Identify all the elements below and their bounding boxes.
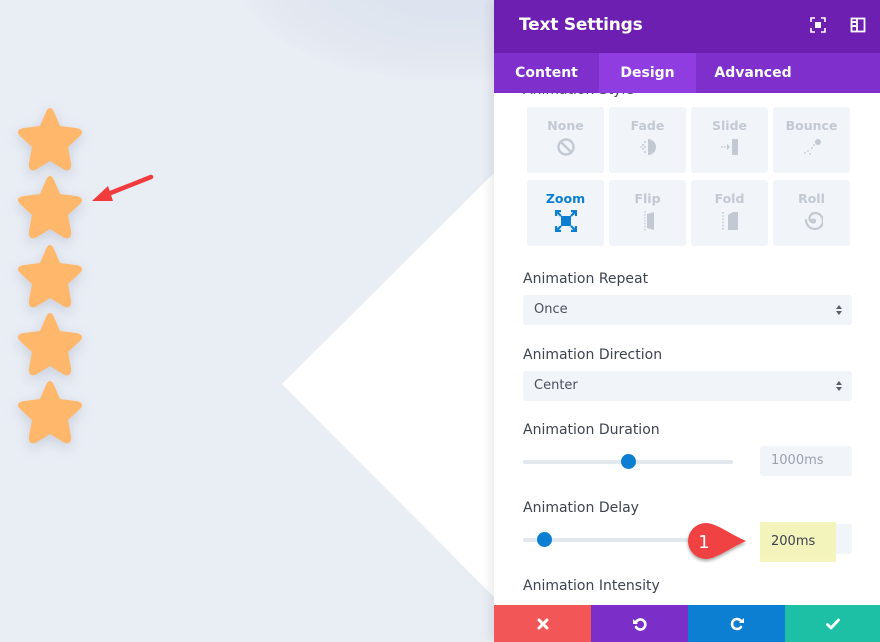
animation-style-fade[interactable]: Fade <box>609 107 686 173</box>
discard-button[interactable] <box>494 605 591 642</box>
animation-style-slide[interactable]: Slide <box>691 107 768 173</box>
star-1-icon <box>17 108 83 171</box>
undo-icon <box>632 617 647 631</box>
zoom-icon <box>554 210 577 232</box>
animation-style-fold[interactable]: Fold <box>691 180 768 246</box>
animation-duration-input[interactable]: 1000ms <box>760 446 852 476</box>
panel-footer <box>494 605 880 642</box>
save-button[interactable] <box>785 605 880 642</box>
animation-style-fade-label: Fade <box>630 118 665 133</box>
animation-style-zoom-label: Zoom <box>545 191 586 206</box>
animation-style-flip-label: Flip <box>634 191 661 206</box>
animation-intensity-label: Animation Intensity <box>523 578 660 594</box>
none-icon <box>556 138 575 156</box>
tab-design[interactable]: Design <box>599 53 696 93</box>
expand-icon[interactable] <box>810 17 826 33</box>
animation-duration-slider-thumb[interactable] <box>621 454 636 469</box>
undo-button[interactable] <box>591 605 688 642</box>
animation-repeat-value: Once <box>534 302 568 317</box>
roll-icon <box>804 211 823 231</box>
animation-style-flip[interactable]: Flip <box>609 180 686 246</box>
star-4-icon <box>17 313 83 376</box>
animation-style-label: Animation Style <box>523 93 634 98</box>
text-settings-panel: Text Settings Content Design Advanced An… <box>494 0 880 642</box>
select-caret-icon <box>836 381 842 391</box>
animation-repeat-label: Animation Repeat <box>523 271 649 287</box>
animation-delay-slider-thumb[interactable] <box>537 532 552 547</box>
star-2-icon <box>17 176 83 239</box>
slide-icon <box>720 139 738 155</box>
panel-tabs: Content Design Advanced <box>494 53 880 93</box>
animation-style-roll-label: Roll <box>798 191 825 206</box>
select-caret-icon <box>836 305 842 315</box>
animation-duration-slider[interactable] <box>523 454 733 469</box>
redo-button[interactable] <box>688 605 785 642</box>
check-icon <box>825 618 840 629</box>
animation-direction-value: Center <box>534 378 578 393</box>
animation-style-none-label: None <box>547 118 584 133</box>
close-icon <box>537 618 548 629</box>
star-3-icon <box>17 245 83 308</box>
animation-duration-label: Animation Duration <box>523 422 660 438</box>
animation-delay-input[interactable]: 200ms <box>760 527 830 557</box>
annotation-badge: 1 <box>688 523 746 559</box>
animation-style-bounce-label: Bounce <box>785 118 838 133</box>
animation-style-roll[interactable]: Roll <box>773 180 850 246</box>
animation-style-zoom[interactable]: Zoom <box>527 180 604 246</box>
tab-advanced[interactable]: Advanced <box>696 53 810 93</box>
fade-icon <box>639 139 656 155</box>
animation-delay-label: Animation Delay <box>523 500 639 516</box>
animation-style-none[interactable]: None <box>527 107 604 173</box>
panel-header: Text Settings <box>494 0 880 53</box>
star-5-icon <box>17 381 83 444</box>
panel-title: Text Settings <box>519 15 643 35</box>
annotation-badge-number: 1 <box>698 532 709 553</box>
flip-icon <box>643 211 654 231</box>
animation-style-fold-label: Fold <box>714 191 745 206</box>
bounce-icon <box>803 139 821 155</box>
page-canvas <box>0 0 494 642</box>
animation-style-slide-label: Slide <box>712 118 747 133</box>
animation-direction-select[interactable]: Center <box>523 371 852 401</box>
redo-icon <box>730 617 744 630</box>
animation-repeat-select[interactable]: Once <box>523 295 852 325</box>
animation-style-bounce[interactable]: Bounce <box>773 107 850 173</box>
tab-content[interactable]: Content <box>494 53 599 93</box>
settings-scroll-area[interactable]: Animation Style None Fade Slide <box>494 93 880 605</box>
animation-direction-label: Animation Direction <box>523 347 663 363</box>
sidebar-layout-icon[interactable] <box>850 17 866 33</box>
fold-icon <box>721 212 738 231</box>
